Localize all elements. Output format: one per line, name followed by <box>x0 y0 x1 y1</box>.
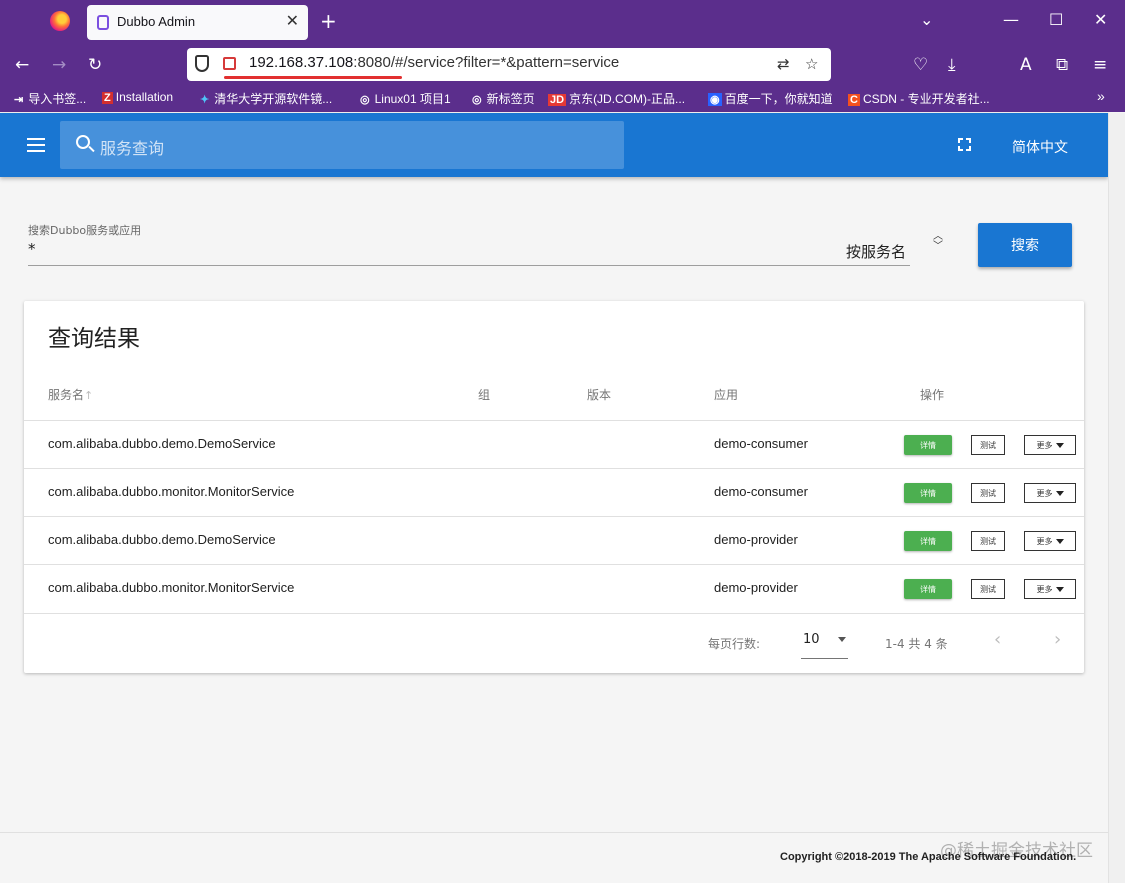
dropdown-caret-icon <box>837 637 846 642</box>
pattern-toggle-icon[interactable]: ︿ ﹀ <box>933 232 943 252</box>
translate-extension-icon[interactable]: A <box>1020 55 1032 75</box>
table-row: com.alibaba.dubbo.monitor.MonitorService… <box>24 565 1084 613</box>
more-button[interactable]: 更多 <box>1024 579 1076 599</box>
browser-tabbar: Dubbo Admin ✕ + ⌄ — ☐ ✕ <box>0 0 1125 44</box>
maximize-icon[interactable]: ☐ <box>1049 10 1063 29</box>
close-tab-icon[interactable]: ✕ <box>286 11 299 30</box>
language-selector[interactable]: 简体中文 <box>1012 137 1068 157</box>
caret-down-icon <box>1055 442 1064 448</box>
global-search-input[interactable]: 服务查询 <box>60 121 624 169</box>
insecure-lock-icon[interactable] <box>223 57 236 70</box>
tab-list-chevron-icon[interactable]: ⌄ <box>920 10 933 29</box>
row-divider <box>24 613 1084 614</box>
bookmark-installation[interactable]: Z Installation <box>102 90 173 104</box>
bookmark-star-icon[interactable]: ☆ <box>805 55 818 73</box>
pagination-range: 1-4 共 4 条 <box>885 637 948 651</box>
back-icon[interactable]: ← <box>15 55 29 75</box>
app-name: demo-consumer <box>714 436 808 451</box>
bookmark-linux01[interactable]: ◎ Linux01 项目1 <box>358 90 451 107</box>
rows-per-page-label: 每页行数: <box>708 637 761 651</box>
header-service[interactable]: 服务名↑ <box>48 386 93 403</box>
detail-button[interactable]: 详情 <box>904 531 952 551</box>
hamburger-menu-icon[interactable] <box>27 138 45 152</box>
pocket-icon[interactable]: ♡ <box>913 55 928 75</box>
header-app: 应用 <box>714 388 739 402</box>
test-button[interactable]: 测试 <box>971 483 1005 503</box>
translate-icon[interactable]: ⇄ <box>777 55 790 73</box>
close-window-icon[interactable]: ✕ <box>1094 10 1107 29</box>
fullscreen-icon[interactable] <box>958 138 971 151</box>
extensions-icon[interactable]: ⧉ <box>1056 55 1068 75</box>
search-pattern-select[interactable]: 按服务名 <box>846 241 906 262</box>
page-scrollbar[interactable] <box>1108 113 1125 883</box>
search-field-underline <box>28 265 910 266</box>
service-name: com.alibaba.dubbo.monitor.MonitorService <box>48 580 295 595</box>
app-name: demo-provider <box>714 532 798 547</box>
minimize-icon[interactable]: — <box>1003 10 1019 29</box>
reload-icon[interactable]: ↻ <box>88 55 102 75</box>
footer-divider <box>0 832 1108 833</box>
bookmark-newtab[interactable]: ◎ 新标签页 <box>470 90 535 107</box>
detail-button[interactable]: 详情 <box>904 579 952 599</box>
tab-title: Dubbo Admin <box>117 14 196 29</box>
results-title: 查询结果 <box>48 326 140 352</box>
browser-navbar: ← → ↻ 192.168.37.108:8080/#/service?filt… <box>0 44 1125 86</box>
test-button[interactable]: 测试 <box>971 579 1005 599</box>
footer-copyright: Copyright ©2018-2019 The Apache Software… <box>780 851 1077 863</box>
rows-per-page-select[interactable]: 10 <box>803 632 846 647</box>
app-name: demo-provider <box>714 580 798 595</box>
caret-down-icon <box>1055 586 1064 592</box>
bookmarks-overflow-icon[interactable]: » <box>1097 88 1105 104</box>
search-icon <box>76 135 90 149</box>
search-field-label: 搜索Dubbo服务或应用 <box>28 224 142 237</box>
header-ops: 操作 <box>920 388 945 402</box>
table-row: com.alibaba.dubbo.demo.DemoService demo-… <box>24 421 1084 469</box>
download-icon[interactable]: ⤓ <box>948 55 956 75</box>
url-text[interactable]: 192.168.37.108:8080/#/service?filter=*&p… <box>249 54 619 71</box>
tab-dubbo-admin[interactable]: Dubbo Admin ✕ <box>87 5 308 40</box>
header-group: 组 <box>478 388 491 402</box>
search-field-input[interactable]: * <box>28 240 36 258</box>
bookmarks-bar: ⇥ 导入书签... Z Installation ✦ 清华大学开源软件镜... ◎ Li… <box>0 86 1125 112</box>
table-row: com.alibaba.dubbo.monitor.MonitorService… <box>24 469 1084 517</box>
caret-down-icon <box>1055 490 1064 496</box>
results-card: 查询结果 服务名↑ 组 版本 应用 操作 com.alibaba.dubbo.d… <box>24 301 1084 673</box>
bookmark-jd[interactable]: JD 京东(JD.COM)-正品... <box>548 90 685 107</box>
tracking-shield-icon[interactable] <box>195 55 209 72</box>
bookmark-csdn[interactable]: C CSDN - 专业开发者社... <box>848 90 990 107</box>
search-placeholder: 服务查询 <box>100 139 165 158</box>
detail-button[interactable]: 详情 <box>904 483 952 503</box>
url-annotation-underline <box>224 76 402 79</box>
firefox-icon[interactable] <box>50 11 70 31</box>
dubbo-favicon-icon <box>97 15 109 30</box>
service-name: com.alibaba.dubbo.monitor.MonitorService <box>48 484 295 499</box>
detail-button[interactable]: 详情 <box>904 435 952 455</box>
url-bar[interactable]: 192.168.37.108:8080/#/service?filter=*&p… <box>187 48 831 81</box>
app-name: demo-consumer <box>714 484 808 499</box>
test-button[interactable]: 测试 <box>971 531 1005 551</box>
test-button[interactable]: 测试 <box>971 435 1005 455</box>
sort-arrow-up-icon[interactable]: ↑ <box>84 389 93 402</box>
table-row: com.alibaba.dubbo.demo.DemoService demo-… <box>24 517 1084 565</box>
prev-page-icon[interactable]: ‹ <box>994 629 1001 650</box>
forward-icon[interactable]: → <box>52 55 66 75</box>
more-button[interactable]: 更多 <box>1024 483 1076 503</box>
bookmark-tsinghua[interactable]: ✦ 清华大学开源软件镜... <box>198 90 332 107</box>
more-button[interactable]: 更多 <box>1024 435 1076 455</box>
bookmark-baidu[interactable]: ◉ 百度一下，你就知道 <box>708 90 833 107</box>
menu-icon[interactable]: ≡ <box>1093 55 1107 75</box>
next-page-icon[interactable]: › <box>1054 629 1061 650</box>
new-tab-icon[interactable]: + <box>320 9 337 33</box>
app-toolbar: 服务查询 <box>0 113 1108 177</box>
service-name: com.alibaba.dubbo.demo.DemoService <box>48 436 276 451</box>
more-button[interactable]: 更多 <box>1024 531 1076 551</box>
search-button[interactable]: 搜索 <box>978 223 1072 267</box>
header-version: 版本 <box>587 388 612 402</box>
caret-down-icon <box>1055 538 1064 544</box>
service-name: com.alibaba.dubbo.demo.DemoService <box>48 532 276 547</box>
bookmark-import[interactable]: ⇥ 导入书签... <box>12 90 86 107</box>
rows-per-page-underline <box>801 658 848 659</box>
